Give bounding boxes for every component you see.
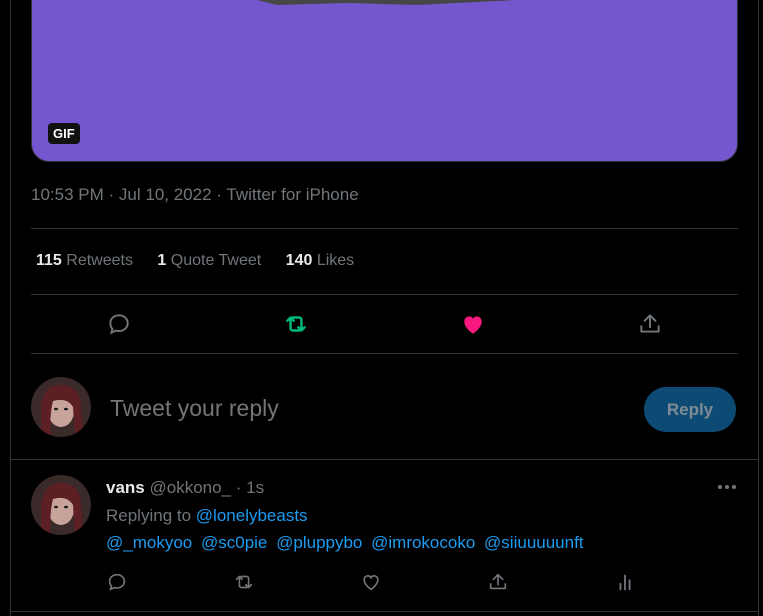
retweets-stat[interactable]: 115 Retweets <box>36 252 133 269</box>
retweet-button[interactable] <box>277 305 315 343</box>
likes-stat[interactable]: 140 Likes <box>286 252 355 269</box>
reply-button[interactable] <box>100 305 138 343</box>
reply-action-bar <box>106 568 646 598</box>
tweet-time-link[interactable]: 10:53 PM · Jul 10, 2022 <box>31 185 212 204</box>
retweet-icon <box>235 575 253 589</box>
retweet-button[interactable] <box>230 568 258 596</box>
mention-link[interactable]: @imrokocoko <box>371 533 475 552</box>
reply-mentions: @_mokyoo @sc0pie @pluppybo @imrokocoko @… <box>106 533 588 553</box>
replying-to-mention[interactable]: @lonelybeasts <box>196 506 308 525</box>
gif-media[interactable]: GIF <box>31 0 738 162</box>
tweet-meta: 10:53 PM · Jul 10, 2022 · Twitter for iP… <box>31 185 359 205</box>
tweet-stats: 115 Retweets 1 Quote Tweet 140 Likes <box>36 252 374 270</box>
gif-badge: GIF <box>48 123 80 144</box>
tweet-source-link[interactable]: Twitter for iPhone <box>226 185 358 204</box>
like-icon <box>363 575 379 591</box>
reply-icon <box>109 314 129 335</box>
divider <box>31 228 738 229</box>
meta-separator: · <box>216 185 222 204</box>
mention-link[interactable]: @sc0pie <box>201 533 267 552</box>
divider <box>10 611 759 612</box>
user-avatar[interactable] <box>31 377 91 437</box>
header-separator: · <box>235 478 242 497</box>
share-icon <box>640 314 660 333</box>
author-handle[interactable]: @okkono_ <box>149 478 231 497</box>
author-name[interactable]: vans <box>106 478 145 497</box>
reply-input[interactable] <box>108 394 612 423</box>
reply-submit-button[interactable]: Reply <box>644 387 736 432</box>
like-icon <box>464 316 482 334</box>
reply-author-avatar[interactable] <box>31 475 91 535</box>
quote-tweets-stat[interactable]: 1 Quote Tweet <box>157 252 261 269</box>
retweet-icon <box>286 316 306 332</box>
column-border-left <box>10 0 11 616</box>
replying-to-line: Replying to @lonelybeasts <box>106 506 308 525</box>
tweet-action-bar <box>31 305 738 343</box>
share-icon <box>489 573 507 590</box>
reply-timestamp[interactable]: 1s <box>246 478 264 497</box>
reply-icon <box>108 573 126 591</box>
analytics-icon <box>619 574 631 591</box>
like-button[interactable] <box>454 305 492 343</box>
mention-link[interactable]: @_mokyoo <box>106 533 192 552</box>
divider <box>31 353 738 354</box>
divider <box>10 459 759 460</box>
gif-shadow-graphic <box>257 0 515 5</box>
reply-button[interactable] <box>103 568 131 596</box>
mention-link[interactable]: @pluppybo <box>276 533 362 552</box>
column-border-right <box>758 0 759 616</box>
share-button[interactable] <box>631 305 669 343</box>
share-button[interactable] <box>484 568 512 596</box>
analytics-button[interactable] <box>611 568 639 596</box>
more-icon <box>718 485 736 489</box>
more-options-button[interactable] <box>712 472 742 502</box>
divider <box>31 294 738 295</box>
mention-link[interactable]: @siiuuuuunft <box>484 533 584 552</box>
like-button[interactable] <box>357 568 385 596</box>
reply-header: vans @okkono_ · 1s <box>106 478 264 498</box>
